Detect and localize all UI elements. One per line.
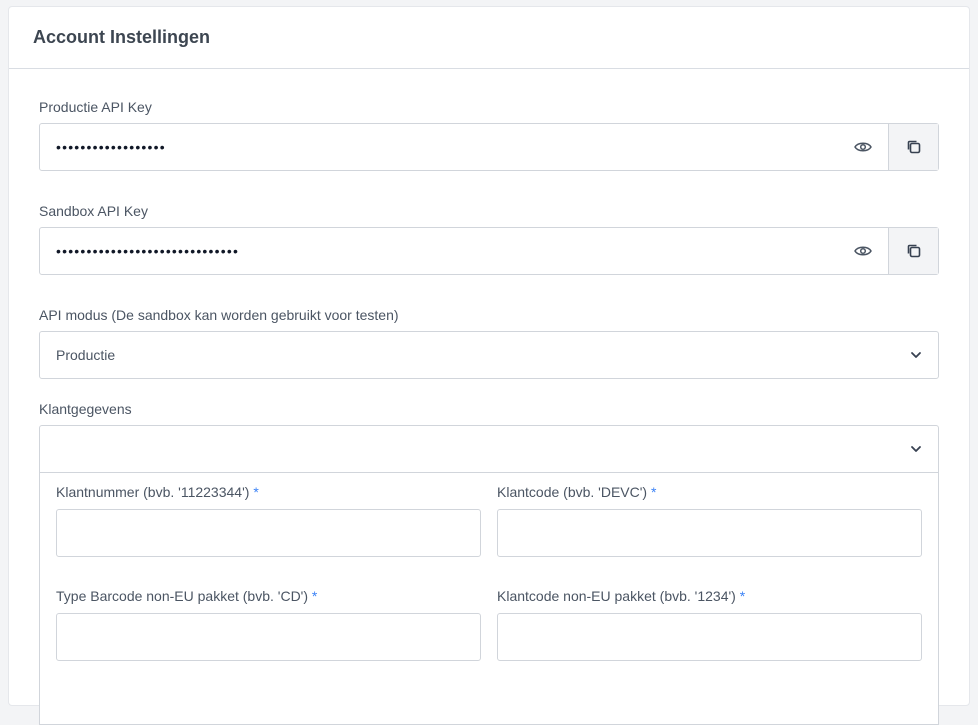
chevron-down-icon xyxy=(911,446,921,452)
eye-icon xyxy=(854,246,872,256)
customer-number-input[interactable] xyxy=(57,510,480,556)
eye-icon xyxy=(854,142,872,152)
sandbox-key-label: Sandbox API Key xyxy=(39,203,148,219)
production-key-field[interactable]: •••••••••••••••••• xyxy=(40,124,838,170)
production-key-label: Productie API Key xyxy=(39,99,152,115)
customer-code-input[interactable] xyxy=(498,510,921,556)
required-marker: * xyxy=(650,484,657,500)
barcode-type-label: Type Barcode non-EU pakket (bvb. 'CD') * xyxy=(56,588,317,604)
customer-number-field[interactable] xyxy=(56,509,481,557)
required-marker: * xyxy=(739,588,746,604)
customer-details-label: Klantgegevens xyxy=(39,401,132,417)
copy-icon xyxy=(907,140,920,154)
chevron-down-icon xyxy=(911,352,921,358)
api-mode-label: API modus (De sandbox kan worden gebruik… xyxy=(39,307,399,323)
non-eu-customer-code-label: Klantcode non-EU pakket (bvb. '1234') * xyxy=(497,588,745,604)
sandbox-key-show-button[interactable] xyxy=(838,228,888,274)
sandbox-key-input-group: •••••••••••••••••••••••••••••• xyxy=(39,227,939,275)
barcode-type-field[interactable] xyxy=(56,613,481,661)
customer-code-field[interactable] xyxy=(497,509,922,557)
non-eu-customer-code-field[interactable] xyxy=(497,613,922,661)
sandbox-key-field[interactable]: •••••••••••••••••••••••••••••• xyxy=(40,228,838,274)
customer-code-label: Klantcode (bvb. 'DEVC') * xyxy=(497,484,656,500)
production-key-value: •••••••••••••••••• xyxy=(56,139,166,155)
account-settings-card: Account Instellingen Productie API Key •… xyxy=(8,6,970,725)
production-key-show-button[interactable] xyxy=(838,124,888,170)
customer-number-label: Klantnummer (bvb. '11223344') * xyxy=(56,484,259,500)
customer-details-panel: Klantnummer (bvb. '11223344') * Klantcod… xyxy=(39,425,939,725)
production-key-copy-button[interactable] xyxy=(888,124,938,170)
page-title: Account Instellingen xyxy=(33,27,211,47)
non-eu-customer-code-input[interactable] xyxy=(498,614,921,660)
customer-details-toggle[interactable] xyxy=(40,426,938,473)
production-key-input-group: •••••••••••••••••• xyxy=(39,123,939,171)
required-marker: * xyxy=(311,588,318,604)
sandbox-key-value: •••••••••••••••••••••••••••••• xyxy=(56,243,240,259)
customer-code-label-text: Klantcode (bvb. 'DEVC') xyxy=(497,484,648,500)
customer-number-label-text: Klantnummer (bvb. '11223344') xyxy=(56,484,250,500)
non-eu-customer-code-label-text: Klantcode non-EU pakket (bvb. '1234') xyxy=(497,588,736,604)
barcode-type-input[interactable] xyxy=(57,614,480,660)
api-mode-select[interactable]: Productie xyxy=(39,331,939,379)
required-marker: * xyxy=(253,484,259,500)
sandbox-key-copy-button[interactable] xyxy=(888,228,938,274)
copy-icon xyxy=(907,244,920,258)
api-mode-selected-value: Productie xyxy=(56,347,116,363)
card-header: Account Instellingen xyxy=(9,7,969,69)
barcode-type-label-text: Type Barcode non-EU pakket (bvb. 'CD') xyxy=(56,588,309,604)
